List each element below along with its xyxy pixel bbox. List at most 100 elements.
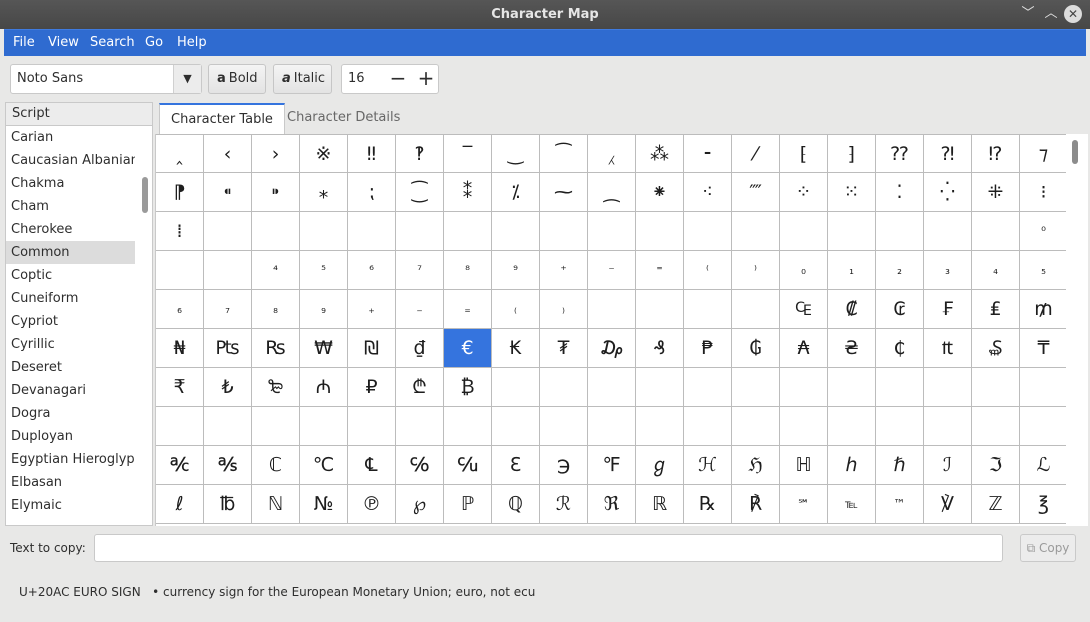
- character-cell[interactable]: ₶: [924, 329, 972, 368]
- character-cell[interactable]: ℓ: [156, 485, 204, 524]
- character-cell[interactable]: ₷: [972, 329, 1020, 368]
- font-family-select[interactable]: Noto Sans ▼: [10, 64, 202, 94]
- character-cell[interactable]: ₥: [1020, 290, 1066, 329]
- script-list-scrollbar[interactable]: [142, 177, 148, 213]
- character-cell[interactable]: [1020, 407, 1066, 446]
- character-cell[interactable]: [540, 368, 588, 407]
- character-cell[interactable]: ℄: [348, 446, 396, 485]
- character-cell[interactable]: ⁸: [444, 251, 492, 290]
- character-cell[interactable]: ⁴: [252, 251, 300, 290]
- character-cell[interactable]: ⁰: [1020, 212, 1066, 251]
- character-cell[interactable]: [588, 290, 636, 329]
- character-cell[interactable]: ℥: [1020, 485, 1066, 524]
- character-cell[interactable]: ⁜: [972, 173, 1020, 212]
- character-cell[interactable]: [588, 407, 636, 446]
- character-cell[interactable]: [924, 368, 972, 407]
- character-cell[interactable]: ₡: [828, 290, 876, 329]
- character-cell[interactable]: ⁈: [924, 134, 972, 173]
- character-cell[interactable]: ₴: [828, 329, 876, 368]
- menu-view[interactable]: View: [48, 35, 79, 50]
- character-cell[interactable]: ℞: [684, 485, 732, 524]
- character-cell[interactable]: [348, 407, 396, 446]
- script-item[interactable]: Cherokee: [6, 218, 135, 241]
- script-item[interactable]: Elymaic: [6, 494, 135, 517]
- character-cell[interactable]: ℕ: [252, 485, 300, 524]
- character-cell[interactable]: ※: [300, 134, 348, 173]
- character-cell[interactable]: ⁋: [156, 173, 204, 212]
- character-cell[interactable]: ₯: [588, 329, 636, 368]
- character-cell[interactable]: ⁶: [348, 251, 396, 290]
- character-cell[interactable]: [876, 407, 924, 446]
- character-cell[interactable]: ℆: [444, 446, 492, 485]
- character-cell[interactable]: [300, 407, 348, 446]
- script-item[interactable]: Coptic: [6, 264, 135, 287]
- character-cell[interactable]: [156, 407, 204, 446]
- character-cell[interactable]: ℎ: [828, 446, 876, 485]
- character-cell[interactable]: ℔: [204, 485, 252, 524]
- character-cell[interactable]: ⁛: [924, 173, 972, 212]
- character-cell[interactable]: ₭: [492, 329, 540, 368]
- character-cell[interactable]: [636, 290, 684, 329]
- character-cell[interactable]: ⁏: [348, 173, 396, 212]
- character-cell[interactable]: [1020, 368, 1066, 407]
- character-cell[interactable]: [972, 368, 1020, 407]
- character-cell[interactable]: [876, 368, 924, 407]
- character-cell[interactable]: €: [444, 329, 492, 368]
- character-cell[interactable]: ℃: [300, 446, 348, 485]
- character-cell[interactable]: ⁕: [636, 173, 684, 212]
- character-cell[interactable]: ℌ: [732, 446, 780, 485]
- character-cell[interactable]: ℟: [732, 485, 780, 524]
- character-cell[interactable]: [780, 407, 828, 446]
- character-cell[interactable]: [732, 407, 780, 446]
- character-cell[interactable]: [492, 368, 540, 407]
- character-cell[interactable]: ⁻: [588, 251, 636, 290]
- character-cell[interactable]: ₃: [924, 251, 972, 290]
- character-cell[interactable]: ₉: [300, 290, 348, 329]
- character-cell[interactable]: ₄: [972, 251, 1020, 290]
- menu-go[interactable]: Go: [145, 35, 163, 50]
- text-to-copy-input[interactable]: [94, 534, 1003, 562]
- character-cell[interactable]: [348, 212, 396, 251]
- tab-character-table[interactable]: Character Table: [159, 103, 285, 135]
- character-cell[interactable]: ₼: [300, 368, 348, 407]
- character-cell[interactable]: ⁆: [828, 134, 876, 173]
- character-cell[interactable]: [924, 212, 972, 251]
- character-cell[interactable]: ‾: [444, 134, 492, 173]
- font-size-spinner[interactable]: 16 − +: [341, 64, 439, 94]
- character-table-scrollbar[interactable]: [1066, 134, 1088, 526]
- character-cell[interactable]: [636, 407, 684, 446]
- script-item[interactable]: Devanagari: [6, 379, 135, 402]
- bold-button[interactable]: a Bold: [208, 64, 266, 94]
- menu-search[interactable]: Search: [90, 35, 135, 50]
- character-cell[interactable]: [684, 368, 732, 407]
- character-cell[interactable]: ₸: [1020, 329, 1066, 368]
- character-cell[interactable]: [636, 368, 684, 407]
- character-cell[interactable]: ℀: [156, 446, 204, 485]
- character-cell[interactable]: [876, 212, 924, 251]
- character-cell[interactable]: ₧: [204, 329, 252, 368]
- character-cell[interactable]: ℍ: [780, 446, 828, 485]
- character-cell[interactable]: ₤: [972, 290, 1020, 329]
- italic-button[interactable]: a Italic: [273, 64, 332, 94]
- character-cell[interactable]: ⁞: [156, 212, 204, 251]
- character-cell[interactable]: ‸: [156, 134, 204, 173]
- character-cell[interactable]: ₋: [396, 290, 444, 329]
- character-cell[interactable]: [828, 212, 876, 251]
- character-cell[interactable]: ℒ: [1020, 446, 1066, 485]
- character-cell[interactable]: ⁷: [396, 251, 444, 290]
- character-cell[interactable]: ℇ: [492, 446, 540, 485]
- increase-size-button[interactable]: +: [413, 65, 439, 93]
- character-cell[interactable]: ℚ: [492, 485, 540, 524]
- script-item[interactable]: Carian: [6, 126, 135, 149]
- character-cell[interactable]: ℂ: [252, 446, 300, 485]
- character-cell[interactable]: ⁉: [972, 134, 1020, 173]
- character-cell[interactable]: ⁔: [588, 173, 636, 212]
- character-cell[interactable]: №: [300, 485, 348, 524]
- character-cell[interactable]: ⁹: [492, 251, 540, 290]
- character-cell[interactable]: [732, 290, 780, 329]
- character-cell[interactable]: [972, 212, 1020, 251]
- character-cell[interactable]: ⁀: [540, 134, 588, 173]
- character-cell[interactable]: ⁎: [300, 173, 348, 212]
- character-cell[interactable]: ⁺: [540, 251, 588, 290]
- character-cell[interactable]: [444, 407, 492, 446]
